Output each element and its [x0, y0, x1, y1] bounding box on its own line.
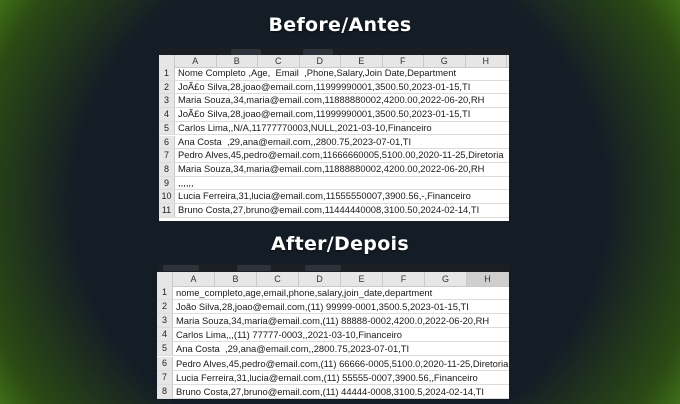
- table-row: 6 Ana Costa ,29,ana@email.com,,2800.75,20…: [159, 135, 509, 150]
- row-number[interactable]: 1: [157, 286, 173, 300]
- column-header-c[interactable]: C: [258, 55, 300, 67]
- row-number[interactable]: 8: [157, 384, 173, 398]
- row-number[interactable]: 3: [157, 314, 173, 328]
- cell-a[interactable]: Carlos Lima,,,(11) 77777-0003,,2021-03-1…: [173, 328, 402, 341]
- before-title: Before/Antes: [268, 14, 412, 36]
- sheet-tab-strip: [157, 264, 509, 272]
- column-header-e[interactable]: E: [341, 55, 383, 67]
- row-number[interactable]: 2: [157, 300, 173, 314]
- table-row: 7 Pedro Alves,45,pedro@email.com,11666660…: [159, 149, 509, 163]
- table-row: 2 João Silva,28,joao@email.com,(11) 99999…: [157, 300, 509, 315]
- column-header-f[interactable]: F: [383, 55, 424, 67]
- before-spreadsheet: A B C D E F G H 1 Nome Completo ,Age, Email ,Phon…: [159, 48, 509, 221]
- column-header-b[interactable]: B: [217, 55, 258, 67]
- cell-a[interactable]: Pedro Alves,45,pedro@email.com,(11) 6666…: [173, 357, 508, 370]
- sheet-tab[interactable]: [163, 265, 199, 271]
- table-row: 7 Lucia Ferreira,31,lucia@email.com,(11) …: [157, 370, 509, 385]
- cell-a[interactable]: JoÃ£o Silva,28,joao@email.com,1199999000…: [175, 81, 470, 94]
- column-header-g[interactable]: G: [425, 272, 467, 286]
- cell-a[interactable]: Nome Completo ,Age, Email ,Phone,Salary,…: [175, 67, 456, 80]
- table-row: 11 Bruno Costa,27,bruno@email.com,1144444…: [159, 204, 509, 218]
- row-number[interactable]: 11: [159, 204, 175, 217]
- cell-a[interactable]: Maria Souza,34,maria@email.com,(11) 8888…: [173, 314, 489, 327]
- cell-a[interactable]: Maria Souza,34,maria@email.com,118888800…: [175, 163, 484, 176]
- row-number[interactable]: 6: [157, 356, 173, 370]
- column-header-f[interactable]: F: [383, 272, 425, 286]
- row-number[interactable]: 2: [159, 80, 175, 94]
- row-number[interactable]: 9: [159, 176, 175, 190]
- row-number[interactable]: 5: [159, 121, 175, 135]
- column-header-b[interactable]: B: [215, 272, 257, 286]
- cell-a[interactable]: Lucia Ferreira,31,lucia@email.com,115555…: [175, 190, 471, 203]
- cell-a[interactable]: JoÃ£o Silva,28,joao@email.com,1199999000…: [175, 108, 470, 121]
- cell-a[interactable]: Pedro Alves,45,pedro@email.com,116666600…: [175, 149, 504, 162]
- table-row: 1 nome_completo,age,email,phone,salary,jo…: [157, 286, 509, 301]
- sheet-tab[interactable]: [305, 265, 341, 271]
- column-header-a[interactable]: A: [175, 55, 217, 67]
- row-number[interactable]: 3: [159, 94, 175, 108]
- cell-a[interactable]: Bruno Costa,27,bruno@email.com,114444400…: [175, 204, 479, 217]
- cell-a[interactable]: Ana Costa ,29,ana@email.com,,2800.75,202…: [175, 136, 411, 149]
- column-header-h[interactable]: H: [467, 272, 509, 286]
- column-header-e[interactable]: E: [341, 272, 383, 286]
- row-number[interactable]: 5: [157, 342, 173, 356]
- column-header-d[interactable]: D: [300, 55, 341, 67]
- cell-a[interactable]: Maria Souza,34,maria@email.com,118888800…: [175, 94, 484, 107]
- table-row: 8 Bruno Costa,27,bruno@email.com,(11) 444…: [157, 384, 509, 399]
- after-title: After/Depois: [271, 233, 409, 255]
- table-row: 2 JoÃ£o Silva,28,joao@email.com,119999900…: [159, 80, 509, 95]
- row-number[interactable]: 7: [157, 370, 173, 384]
- column-header-g[interactable]: G: [424, 55, 466, 67]
- select-all-corner[interactable]: [159, 55, 175, 67]
- cell-a[interactable]: Carlos Lima,,N/A,11777770003,NULL,2021-0…: [175, 122, 432, 135]
- sheet-tab[interactable]: [237, 265, 271, 271]
- cell-a[interactable]: Ana Costa ,29,ana@email.com,,2800.75,202…: [173, 342, 409, 355]
- table-row: 10 Lucia Ferreira,31,lucia@email.com,1155…: [159, 190, 509, 204]
- cell-a[interactable]: Bruno Costa,27,bruno@email.com,(11) 4444…: [173, 385, 484, 398]
- row-number[interactable]: 6: [159, 135, 175, 149]
- select-all-corner[interactable]: [157, 272, 173, 286]
- table-row: 1 Nome Completo ,Age, Email ,Phone,Salary…: [159, 67, 509, 81]
- row-number[interactable]: 8: [159, 162, 175, 176]
- column-header-h[interactable]: H: [466, 55, 507, 67]
- table-row: 5 Ana Costa ,29,ana@email.com,,2800.75,20…: [157, 342, 509, 357]
- table-row: 3 Maria Souza,34,maria@email.com,(11) 888…: [157, 314, 509, 329]
- row-number[interactable]: 4: [157, 328, 173, 342]
- table-row: 3 Maria Souza,34,maria@email.com,11888880…: [159, 94, 509, 109]
- after-spreadsheet: A B C D E F G H 1 nome_completo,age,email,phone,s…: [157, 264, 509, 399]
- cell-a[interactable]: João Silva,28,joao@email.com,(11) 99999-…: [173, 300, 469, 313]
- table-row: 4 JoÃ£o Silva,28,joao@email.com,119999900…: [159, 108, 509, 122]
- table-row: 6 Pedro Alves,45,pedro@email.com,(11) 666…: [157, 356, 509, 371]
- table-row: 5 Carlos Lima,,N/A,11777770003,NULL,2021-…: [159, 121, 509, 136]
- row-number[interactable]: 4: [159, 108, 175, 121]
- row-number[interactable]: 10: [159, 190, 175, 203]
- table-row: 8 Maria Souza,34,maria@email.com,11888880…: [159, 162, 509, 177]
- column-header-row: ABCDEFGH: [157, 272, 509, 287]
- column-header-d[interactable]: D: [299, 272, 341, 286]
- cell-a[interactable]: ,,,,,,: [175, 177, 194, 190]
- table-row: 9,,,,,,: [159, 176, 509, 191]
- column-header-c[interactable]: C: [257, 272, 299, 286]
- row-number[interactable]: 1: [159, 67, 175, 80]
- column-header-a[interactable]: A: [173, 272, 215, 286]
- cell-a[interactable]: nome_completo,age,email,phone,salary,joi…: [173, 286, 432, 299]
- cell-a[interactable]: Lucia Ferreira,31,lucia@email.com,(11) 5…: [173, 371, 478, 384]
- table-row: 4 Carlos Lima,,,(11) 77777-0003,,2021-03-…: [157, 328, 509, 343]
- row-number[interactable]: 7: [159, 149, 175, 162]
